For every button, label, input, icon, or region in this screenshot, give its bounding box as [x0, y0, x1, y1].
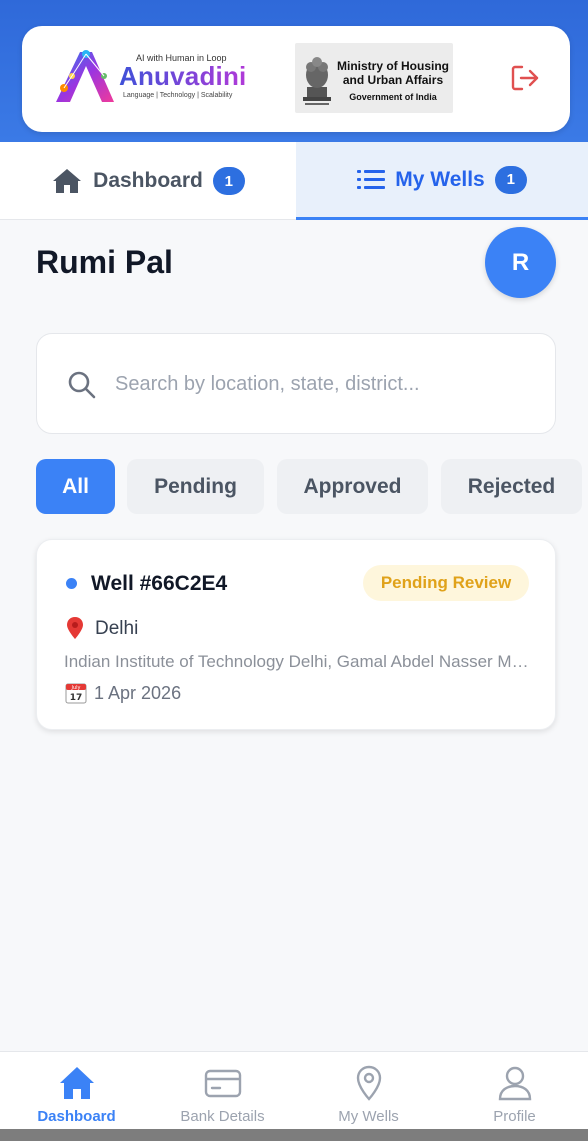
ministry-government-label: Government of India	[349, 92, 437, 102]
list-icon	[357, 169, 386, 189]
bottom-nav: Dashboard Bank Details My Wells Profile	[0, 1051, 588, 1129]
ministry-name-line1: Ministry of Housing	[337, 59, 449, 73]
well-city: Delhi	[95, 618, 139, 639]
filter-rejected[interactable]: Rejected	[441, 459, 582, 514]
user-icon	[498, 1066, 532, 1101]
status-dot	[66, 578, 77, 589]
well-card[interactable]: Well #66C2E4 Pending Review Delhi Indian…	[36, 539, 556, 730]
nav-profile[interactable]: Profile	[441, 1052, 588, 1130]
ministry-name-line2: and Urban Affairs	[342, 73, 444, 87]
logout-icon	[511, 65, 539, 91]
card-icon	[204, 1069, 242, 1098]
status-badge: Pending Review	[363, 565, 529, 601]
header-card: AI with Human in Loop Anuvadini Language…	[22, 26, 570, 132]
tab-dashboard-label: Dashboard	[93, 169, 203, 192]
filter-pending[interactable]: Pending	[127, 459, 264, 514]
tab-my-wells[interactable]: My Wells 1	[296, 142, 588, 220]
nav-my-wells[interactable]: My Wells	[295, 1052, 442, 1130]
well-date: 1 Apr 2026	[94, 683, 182, 703]
nav-dashboard[interactable]: Dashboard	[3, 1052, 150, 1130]
logout-button[interactable]	[508, 62, 544, 94]
system-navigation-bar	[0, 1129, 588, 1141]
nav-bank-details-label: Bank Details	[180, 1108, 265, 1125]
well-title: Well #66C2E4	[91, 572, 228, 595]
nav-bank-details[interactable]: Bank Details	[149, 1052, 296, 1130]
search-icon	[68, 371, 96, 399]
nav-my-wells-label: My Wells	[338, 1108, 399, 1125]
filter-all[interactable]: All	[36, 459, 115, 514]
tab-dashboard[interactable]: Dashboard 1	[0, 142, 296, 220]
logo-name: Anuvadini	[119, 61, 247, 91]
avatar[interactable]: R	[485, 227, 556, 298]
map-pin-icon	[356, 1065, 382, 1101]
nav-dashboard-label: Dashboard	[37, 1108, 116, 1125]
top-tabs: Dashboard 1 My Wells 1	[0, 142, 588, 220]
ministry-logo: Ministry of Housing and Urban Affairs Go…	[295, 43, 453, 113]
tab-dashboard-badge: 1	[212, 167, 245, 195]
filter-approved[interactable]: Approved	[277, 459, 428, 514]
calendar-icon: July 17	[65, 683, 87, 704]
location-pin-icon	[67, 617, 83, 639]
anuvadini-logo-icon	[56, 50, 114, 102]
home-icon	[60, 1067, 94, 1099]
home-icon	[53, 169, 82, 193]
anuvadini-logo: AI with Human in Loop Anuvadini Language…	[50, 44, 250, 106]
user-name: Rumi Pal	[36, 244, 173, 280]
logo-subtitle: Language | Technology | Scalability	[123, 92, 233, 99]
national-emblem-icon	[303, 57, 331, 105]
tab-my-wells-label: My Wells	[395, 167, 485, 191]
tab-my-wells-badge: 1	[494, 165, 527, 194]
nav-profile-label: Profile	[493, 1108, 536, 1125]
calendar-icon-month: July	[71, 685, 81, 691]
well-address: Indian Institute of Technology Delhi, Ga…	[64, 652, 530, 671]
search-box	[36, 333, 556, 434]
search-input[interactable]	[115, 364, 535, 404]
calendar-icon-day: 17	[70, 693, 83, 703]
